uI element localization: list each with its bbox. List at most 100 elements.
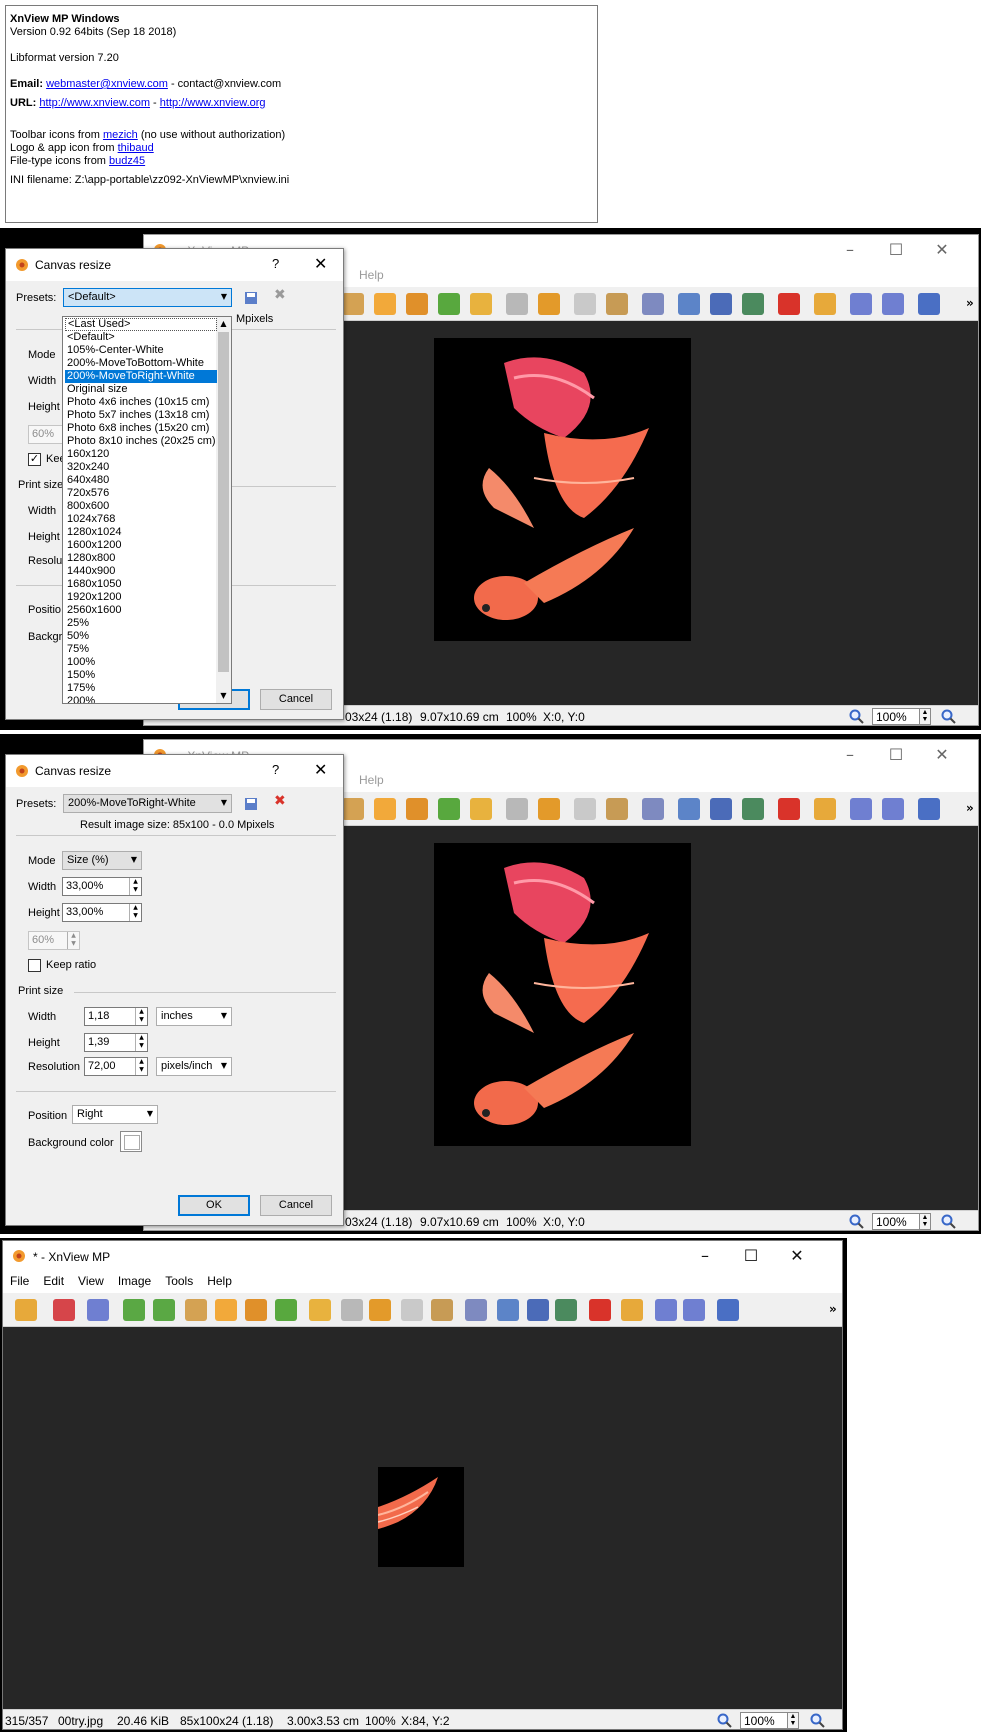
adjust-icon[interactable] [642,798,664,820]
adjust-icon[interactable] [642,293,664,315]
zoom-input[interactable]: 100% [740,1712,788,1729]
text-tool-icon[interactable] [342,293,364,315]
zoom-out-icon[interactable] [941,1214,957,1230]
refresh-icon[interactable] [497,1299,519,1321]
email-link[interactable]: webmaster@xnview.com [46,78,168,90]
copy-icon[interactable] [506,798,528,820]
zoom-spinner[interactable]: ▲ ▼ [787,1712,799,1729]
resize-icon[interactable] [215,1299,237,1321]
save-icon[interactable] [710,293,732,315]
preset-option[interactable]: Photo 8x10 inches (20x25 cm) [65,435,217,448]
paste-icon[interactable] [606,293,628,315]
delete-icon[interactable] [589,1299,611,1321]
crop-icon[interactable] [538,293,560,315]
thibaud-link[interactable]: thibaud [118,142,154,154]
browser-icon[interactable] [15,1299,37,1321]
spinner-arrows-icon[interactable]: ▲ ▼ [129,878,141,895]
resize-icon[interactable] [374,293,396,315]
spinner-arrows-icon[interactable]: ▲ ▼ [135,1008,147,1025]
preset-option[interactable]: 200%-MoveToRight-White [65,370,217,383]
save-as-icon[interactable] [742,293,764,315]
dialog-close-button[interactable]: ✕ [314,760,327,779]
mezich-link[interactable]: mezich [103,129,138,141]
preset-option[interactable]: 50% [65,630,217,643]
zoom-in-icon[interactable] [849,1214,865,1230]
toolbar-overflow-icon[interactable]: » [829,1302,837,1316]
duplicate-icon[interactable] [574,293,596,315]
preset-option[interactable]: 1280x800 [65,552,217,565]
dialog-close-button[interactable]: ✕ [314,254,327,273]
previous-icon[interactable] [850,293,872,315]
toolbar-overflow-icon[interactable]: » [966,801,974,815]
preset-option[interactable]: 800x600 [65,500,217,513]
preset-option[interactable]: 200% [65,695,217,703]
preset-option[interactable]: 1024x768 [65,513,217,526]
delete-preset-icon[interactable]: ✖ [274,287,286,303]
scroll-thumb[interactable] [218,332,229,672]
print-width-spinner[interactable]: 1,18 ▲ ▼ [84,1007,148,1026]
preset-option[interactable]: 1600x1200 [65,539,217,552]
preset-option[interactable]: <Default> [65,331,217,344]
scroll-down-icon[interactable]: ▼ [216,689,231,703]
rotate-right-icon[interactable] [153,1299,175,1321]
preset-option[interactable]: 105%-Center-White [65,344,217,357]
spinner-arrows-icon[interactable]: ▲ ▼ [135,1034,147,1051]
help-button[interactable]: ? [272,256,279,271]
canvas-resize-icon[interactable] [245,1299,267,1321]
preset-option[interactable]: 1440x900 [65,565,217,578]
maximize-button[interactable]: ☐ [873,740,919,770]
delete-icon[interactable] [778,798,800,820]
presets-combo[interactable]: 200%-MoveToRight-White ▼ [63,794,232,813]
menu-help[interactable]: Help [200,1271,239,1291]
spinner-arrows-icon[interactable]: ▲ ▼ [135,1058,147,1075]
menu-image[interactable]: Image [111,1271,158,1291]
adjust-icon[interactable] [465,1299,487,1321]
preset-option[interactable]: 25% [65,617,217,630]
keep-ratio-checkbox[interactable] [28,959,41,972]
close-button[interactable]: ✕ [919,235,965,265]
add-frame-icon[interactable] [438,293,460,315]
cancel-button[interactable]: Cancel [260,689,332,710]
delete-preset-icon[interactable]: ✖ [274,793,286,809]
scroll-up-icon[interactable]: ▲ [216,317,231,331]
zoom-input[interactable]: 100% [872,1213,920,1230]
text-tool-icon[interactable] [342,798,364,820]
menu-view[interactable]: View [71,1271,111,1291]
delete-icon[interactable] [778,293,800,315]
zoom-spinner[interactable]: ▲ ▼ [919,708,931,725]
move-icon[interactable] [814,293,836,315]
crop-icon[interactable] [369,1299,391,1321]
zoom-1to1-icon[interactable] [717,1299,739,1321]
preset-option[interactable]: Photo 4x6 inches (10x15 cm) [65,396,217,409]
zoom-out-icon[interactable] [810,1713,826,1729]
print-height-spinner[interactable]: 1,39 ▲ ▼ [84,1033,148,1052]
close-button[interactable]: ✕ [774,1241,820,1271]
resize-icon[interactable] [374,798,396,820]
toolbar-overflow-icon[interactable]: » [966,296,974,310]
pencil-icon[interactable] [470,293,492,315]
minimize-button[interactable]: – [827,235,873,265]
undo-icon[interactable] [87,1299,109,1321]
height-percent-spinner[interactable]: 33,00% ▲ ▼ [62,903,142,922]
preset-option[interactable]: 75% [65,643,217,656]
text-tool-icon[interactable] [185,1299,207,1321]
pencil-icon[interactable] [309,1299,331,1321]
canvas-resize-icon[interactable] [406,798,428,820]
budz45-link[interactable]: budz45 [109,155,145,167]
preset-option[interactable]: Original size [65,383,217,396]
preset-option[interactable]: <Last Used> [65,318,217,331]
resolution-spinner[interactable]: 72,00 ▲ ▼ [84,1057,148,1076]
url-link-org[interactable]: http://www.xnview.org [160,97,266,109]
paste-icon[interactable] [431,1299,453,1321]
preset-option[interactable]: Photo 6x8 inches (15x20 cm) [65,422,217,435]
preset-option[interactable]: 1680x1050 [65,578,217,591]
preset-option[interactable]: 320x240 [65,461,217,474]
save-preset-icon[interactable] [244,291,258,305]
grid-icon[interactable] [53,1299,75,1321]
resolution-unit-combo[interactable]: pixels/inch ▼ [156,1057,232,1076]
save-icon[interactable] [527,1299,549,1321]
maximize-button[interactable]: ☐ [873,235,919,265]
preset-option[interactable]: 200%-MoveToBottom-White [65,357,217,370]
close-button[interactable]: ✕ [919,740,965,770]
zoom-spinner[interactable]: ▲ ▼ [919,1213,931,1230]
